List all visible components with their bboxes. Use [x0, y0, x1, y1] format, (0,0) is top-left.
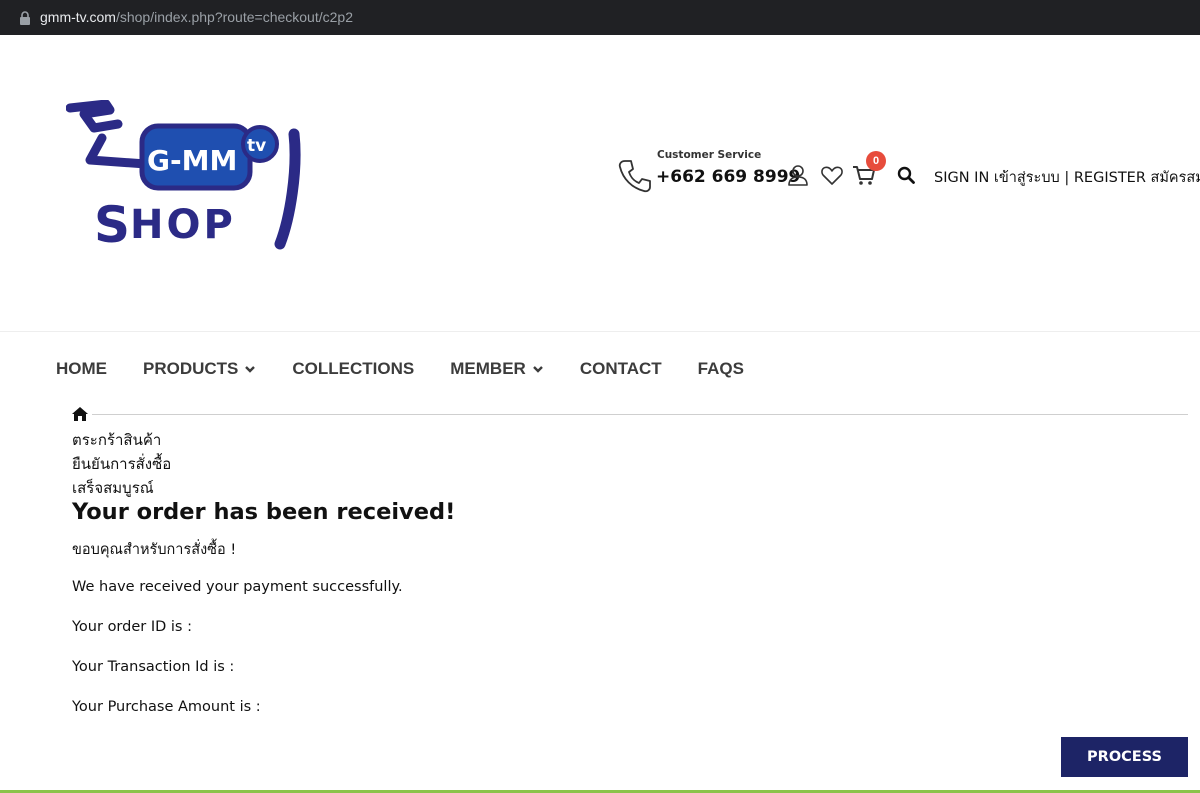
nav-item-member[interactable]: MEMBER — [450, 357, 544, 381]
nav-item-label: HOME — [56, 359, 107, 378]
gmm-tv-shop-logo[interactable]: G-MM tv S HOP — [66, 100, 302, 250]
nav-item-contact[interactable]: CONTACT — [580, 357, 662, 381]
auth-separator: | — [1059, 170, 1074, 186]
order-id-label: Your order ID is : — [72, 619, 192, 635]
url-host: gmm-tv.com — [40, 9, 116, 25]
address-url[interactable]: gmm-tv.com/shop/index.php?route=checkout… — [40, 9, 353, 25]
register-link[interactable]: REGISTER สมัครสมาชิก — [1074, 170, 1200, 186]
url-path: /shop/index.php?route=checkout/c2p2 — [115, 9, 353, 25]
logo-text-hop: HOP — [130, 202, 236, 248]
search-icon[interactable] — [897, 166, 915, 184]
thank-you-message: ขอบคุณสำหรับการสั่งซื้อ ! — [72, 542, 237, 558]
browser-address-bar[interactable]: gmm-tv.com/shop/index.php?route=checkout… — [0, 0, 1200, 35]
lock-icon — [20, 11, 30, 25]
nav-item-label: FAQS — [697, 359, 744, 378]
chevron-down-icon — [532, 366, 543, 373]
logo-text-shop: S — [94, 196, 130, 250]
logo-text-tv: tv — [247, 136, 266, 156]
process-button[interactable]: PROCESS — [1061, 737, 1188, 777]
customer-service-label: Customer Service — [657, 149, 762, 161]
payment-message: We have received your payment successful… — [72, 579, 403, 595]
sign-in-link[interactable]: SIGN IN เข้าสู่ระบบ — [934, 170, 1060, 186]
nav-item-label: CONTACT — [579, 359, 662, 378]
step-cart[interactable]: ตระกร้าสินค้า — [72, 428, 171, 452]
step-complete: เสร็จสมบูรณ์ — [72, 479, 154, 497]
page-title: Your order has been received! — [72, 499, 456, 525]
nav-item-label: PRODUCTS — [143, 359, 239, 378]
chevron-down-icon — [245, 366, 256, 373]
header-divider — [0, 331, 1200, 332]
nav-item-products[interactable]: PRODUCTS — [143, 357, 256, 381]
nav-item-faqs[interactable]: FAQS — [698, 357, 744, 381]
breadcrumb-divider — [92, 414, 1188, 415]
customer-service-phone[interactable]: +662 669 8999 — [656, 167, 800, 187]
nav-item-label: MEMBER — [450, 359, 526, 378]
home-icon[interactable] — [71, 406, 89, 422]
phone-icon — [618, 160, 651, 193]
checkout-steps: ตระกร้าสินค้า ยืนยันการสั่งซื้อ เสร็จสมบ… — [72, 428, 171, 500]
cart-count-badge: 0 — [866, 151, 886, 171]
user-icon[interactable] — [786, 163, 810, 187]
main-nav: HOME PRODUCTS COLLECTIONS MEMBER CONTACT… — [56, 357, 744, 381]
heart-icon[interactable] — [820, 163, 844, 187]
nav-item-label: COLLECTIONS — [292, 359, 415, 378]
logo-text-gmm: G-MM — [147, 144, 237, 177]
auth-links: SIGN IN เข้าสู่ระบบ | REGISTER สมัครสมาช… — [934, 166, 1200, 189]
nav-item-home[interactable]: HOME — [56, 357, 107, 381]
purchase-amount-label: Your Purchase Amount is : — [72, 699, 261, 715]
transaction-id-label: Your Transaction Id is : — [72, 659, 235, 675]
step-confirm-order[interactable]: ยืนยันการสั่งซื้อ — [72, 452, 171, 476]
nav-item-collections[interactable]: COLLECTIONS — [292, 357, 414, 381]
